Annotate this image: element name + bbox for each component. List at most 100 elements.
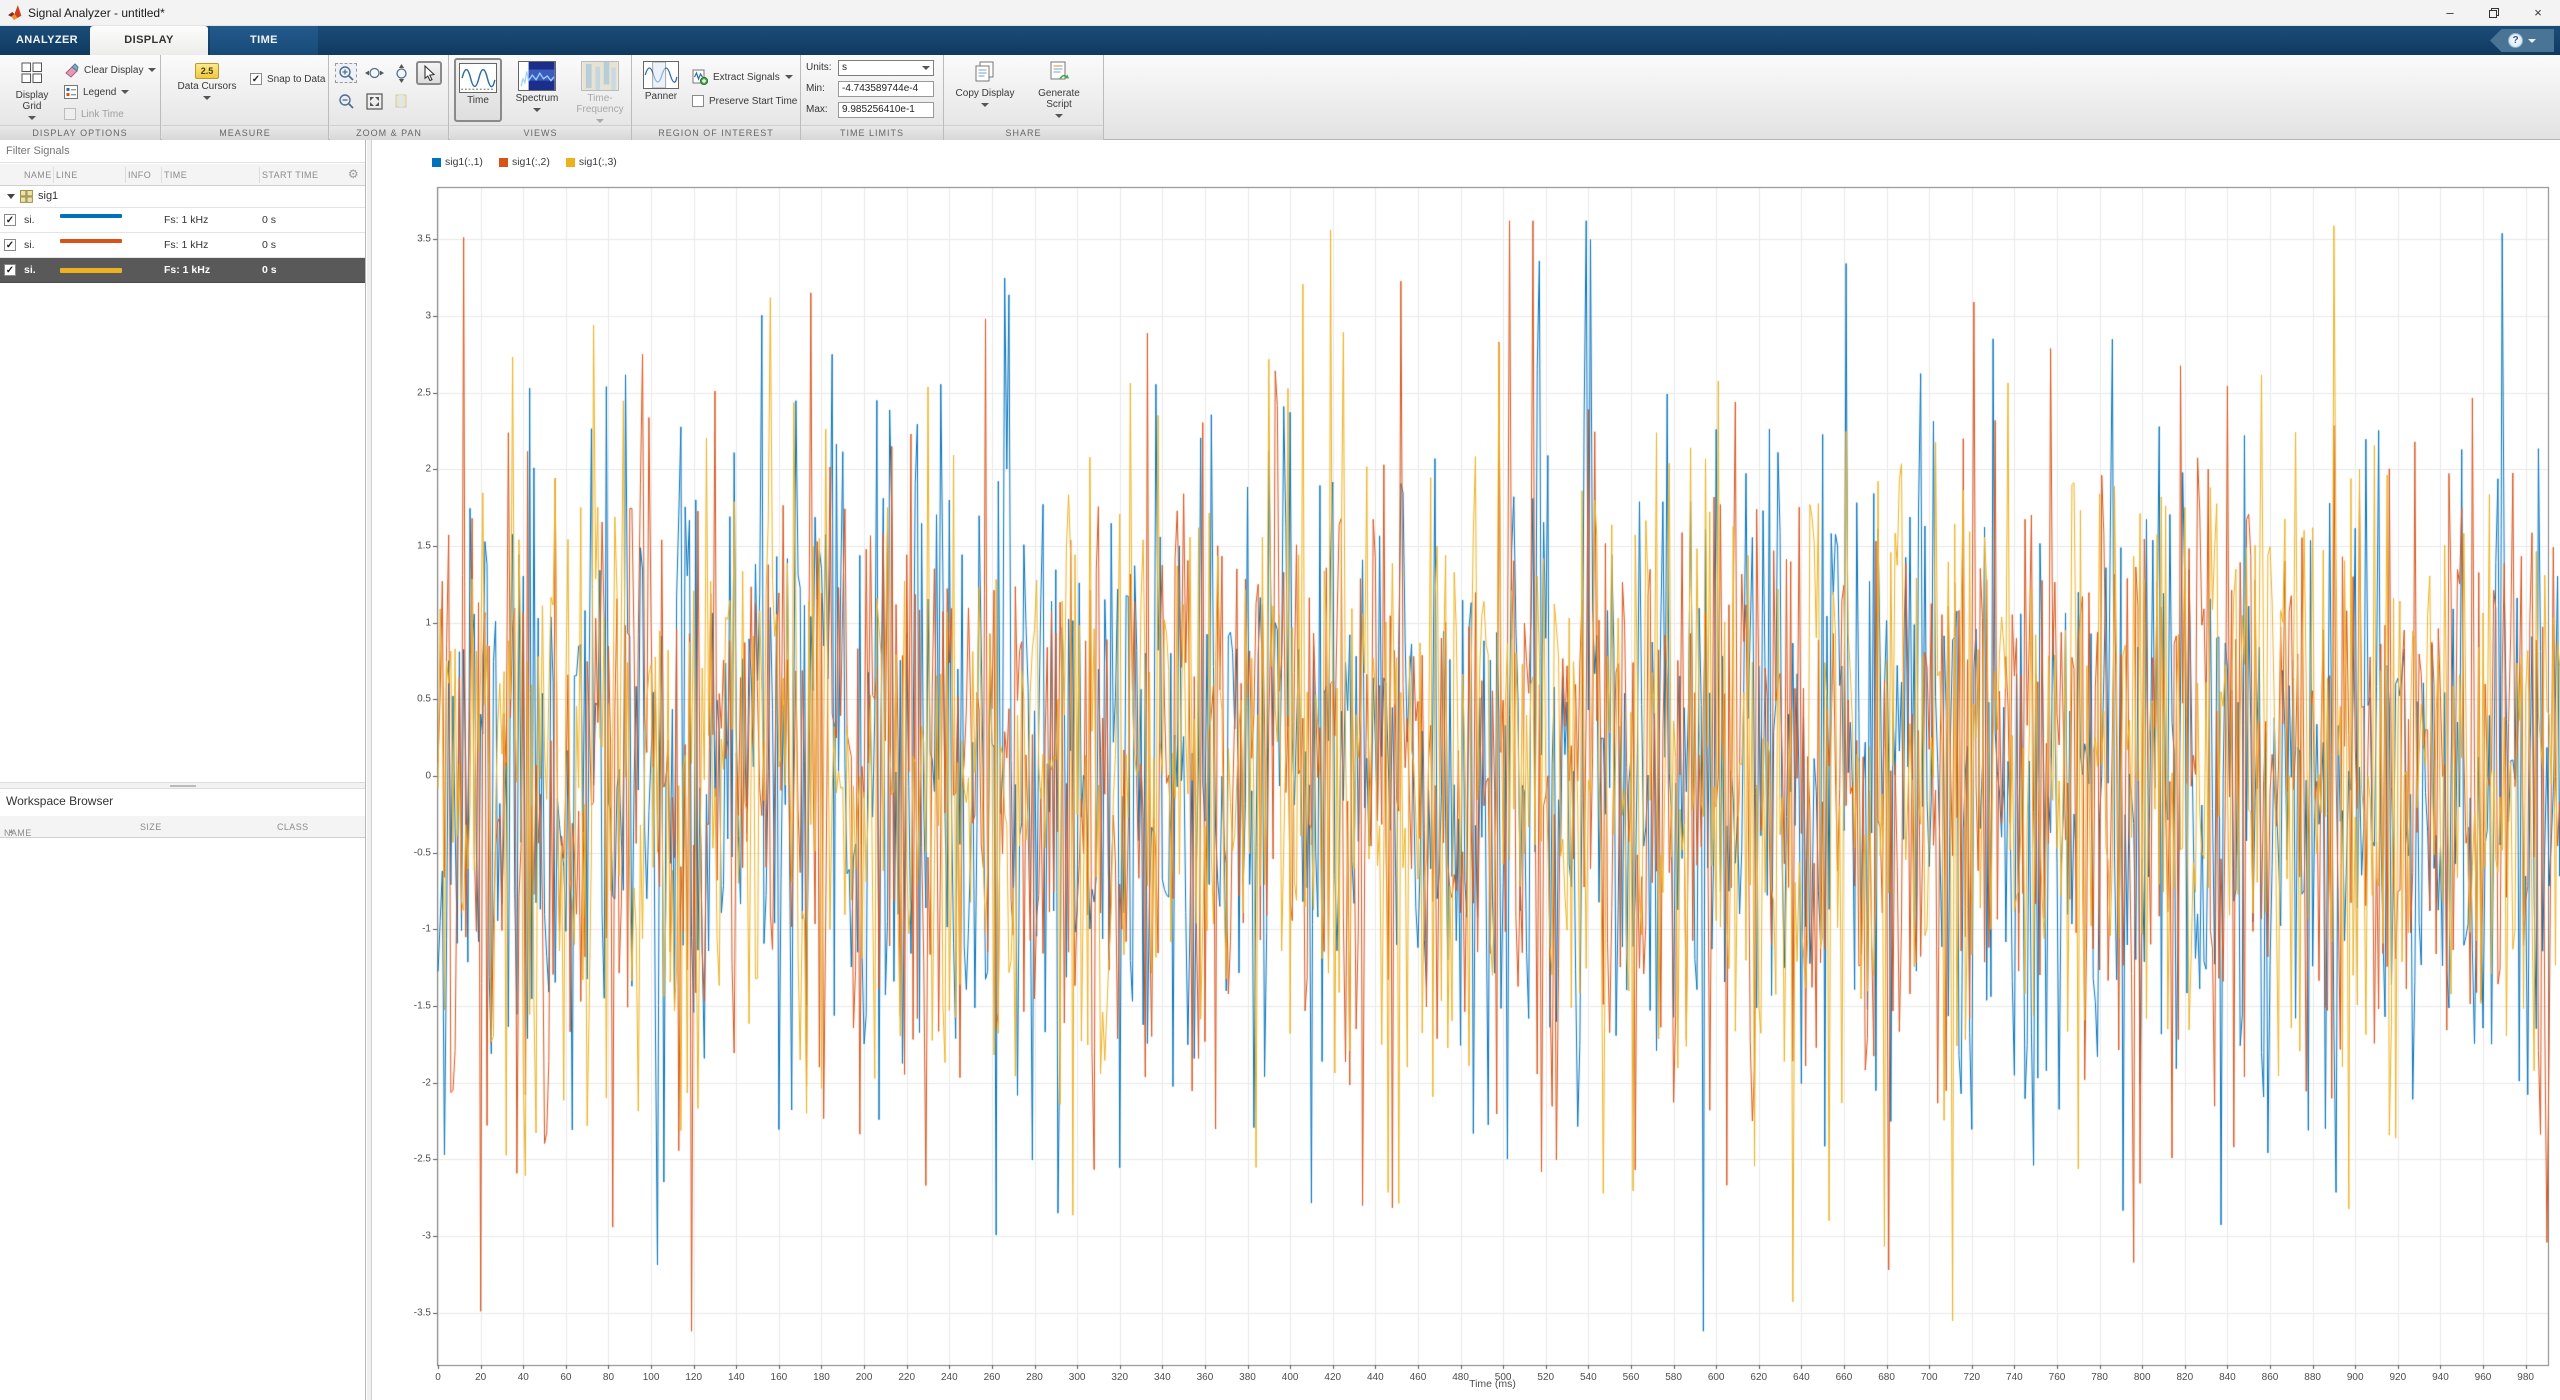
help-icon: ? [2508, 33, 2523, 48]
panner-label: Panner [636, 91, 686, 102]
fit-to-view-tool[interactable] [363, 91, 385, 111]
legend-item: sig1(:,1) [432, 156, 483, 168]
restore-icon [2489, 8, 2499, 18]
legend-button[interactable]: Legend [64, 82, 129, 102]
y-tick-label: -2.5 [375, 1154, 431, 1165]
extract-signals-label: Extract Signals [713, 72, 780, 83]
units-value: s [842, 62, 847, 73]
copy-display-label: Copy Display [952, 88, 1018, 99]
checkbox-checked-icon: ✓ [250, 73, 262, 85]
checkbox-unchecked-icon [64, 108, 76, 120]
signal-row[interactable]: ✓ si. Fs: 1 kHz 0 s [0, 208, 365, 233]
matlab-logo-icon [7, 4, 24, 21]
y-tick-label: -2 [375, 1077, 431, 1088]
legend-label: sig1(:,1) [445, 156, 483, 168]
spectrum-view-button[interactable]: Spectrum [506, 58, 568, 122]
tab-display[interactable]: DISPLAY [90, 26, 208, 55]
zoom-out-tool[interactable] [335, 91, 357, 111]
max-row: Max: [806, 101, 934, 118]
panel-splitter[interactable] [0, 782, 365, 789]
clear-display-icon [64, 63, 79, 78]
extract-signals-button[interactable]: Extract Signals [692, 67, 793, 87]
legend-label: sig1(:,3) [579, 156, 617, 168]
zoom-in-tool[interactable] [335, 63, 357, 83]
preserve-start-time-checkbox[interactable]: Preserve Start Time [692, 91, 797, 111]
signal-start-time: 0 s [262, 239, 276, 251]
min-input[interactable] [838, 81, 934, 97]
generate-script-button[interactable]: Generate Script [1026, 58, 1092, 122]
section-zoom-pan: ZOOM & PAN [330, 55, 449, 140]
section-label: TIME LIMITS [801, 125, 943, 140]
signal-group-row[interactable]: sig1 [0, 186, 365, 208]
chevron-down-icon [1055, 114, 1063, 118]
min-label: Min: [806, 83, 838, 94]
zoom-x-tool[interactable] [363, 63, 385, 83]
chevron-down-icon [121, 90, 129, 94]
units-select[interactable]: s [838, 60, 934, 76]
section-measure: 2.5 Data Cursors ✓ Snap to Data MEASURE [162, 55, 329, 140]
collapse-expander-icon[interactable] [7, 194, 15, 199]
column-size: SIZE [140, 822, 162, 832]
restore-button[interactable] [2472, 0, 2516, 26]
clear-display-button[interactable]: Clear Display [64, 60, 156, 80]
snap-to-data-label: Snap to Data [267, 74, 325, 85]
signal-group-icon [20, 190, 33, 203]
x-axis-label: Time (ms) [437, 1378, 2548, 1390]
panner-button[interactable]: Panner [636, 58, 686, 122]
time-frequency-view-label: Time-Frequency [570, 93, 630, 115]
gear-icon[interactable]: ⚙ [348, 167, 359, 181]
data-cursors-button[interactable]: 2.5 Data Cursors [176, 58, 238, 122]
fit-to-view-icon [366, 93, 383, 110]
chevron-down-icon [596, 119, 604, 123]
copy-display-icon [974, 61, 996, 83]
column-class: CLASS [277, 822, 309, 832]
legend-item: sig1(:,2) [499, 156, 550, 168]
signal-plot-area[interactable]: sig1(:,1) sig1(:,2) sig1(:,3) 0204060801… [372, 140, 2560, 1400]
max-input[interactable] [838, 102, 934, 118]
tab-time[interactable]: TIME [210, 26, 318, 55]
checkbox-unchecked-icon [692, 95, 704, 107]
column-time: TIME [164, 170, 187, 180]
checkbox-checked-icon[interactable]: ✓ [4, 214, 16, 226]
link-time-checkbox: Link Time [64, 104, 124, 124]
filter-signals-panel: NAME LINE INFO TIME START TIME ⚙ sig1 ✓ … [0, 140, 366, 1400]
snap-to-data-checkbox[interactable]: ✓ Snap to Data [250, 69, 325, 89]
section-label: REGION OF INTEREST [632, 125, 800, 140]
time-frequency-view-button: Time-Frequency [570, 58, 630, 122]
y-tick-label: -3.5 [375, 1307, 431, 1318]
y-tick-label: -3 [375, 1231, 431, 1242]
signal-row-selected[interactable]: ✓ si. Fs: 1 kHz 0 s [0, 258, 365, 283]
section-share: Copy Display Generate Script SHARE [944, 55, 1104, 140]
pan-icon [393, 93, 409, 109]
help-button[interactable]: ? [2490, 29, 2554, 52]
signal-group-name: sig1 [38, 190, 58, 202]
column-line: LINE [56, 170, 78, 180]
spectrum-view-icon [518, 61, 556, 91]
display-grid-label: Display Grid [6, 90, 58, 112]
display-grid-button[interactable]: Display Grid [6, 58, 58, 122]
filter-signals-input[interactable] [0, 140, 365, 163]
checkbox-checked-icon[interactable]: ✓ [4, 239, 16, 251]
checkbox-checked-icon[interactable]: ✓ [4, 264, 16, 276]
signal-plot-canvas[interactable] [372, 140, 2560, 1400]
column-name: NAME [24, 170, 52, 180]
line-swatch [60, 214, 122, 218]
copy-display-button[interactable]: Copy Display [952, 58, 1018, 122]
zoom-out-icon [338, 93, 355, 110]
spectrum-view-label: Spectrum [506, 93, 568, 104]
pointer-tool[interactable] [416, 61, 442, 85]
zoom-x-icon [365, 66, 384, 81]
minimize-button[interactable]: – [2428, 0, 2472, 26]
legend-label: Legend [83, 87, 116, 98]
min-row: Min: [806, 80, 934, 97]
clear-display-label: Clear Display [84, 65, 143, 76]
sort-ascending-icon: ▲ [8, 828, 15, 835]
zoom-y-tool[interactable] [390, 63, 412, 83]
signal-row[interactable]: ✓ si. Fs: 1 kHz 0 s [0, 233, 365, 258]
extract-signals-icon [692, 69, 708, 85]
line-swatch [60, 239, 122, 243]
close-button[interactable]: × [2516, 0, 2560, 26]
tab-analyzer[interactable]: ANALYZER [6, 26, 88, 55]
time-view-button[interactable]: Time [454, 58, 502, 122]
max-label: Max: [806, 104, 838, 115]
